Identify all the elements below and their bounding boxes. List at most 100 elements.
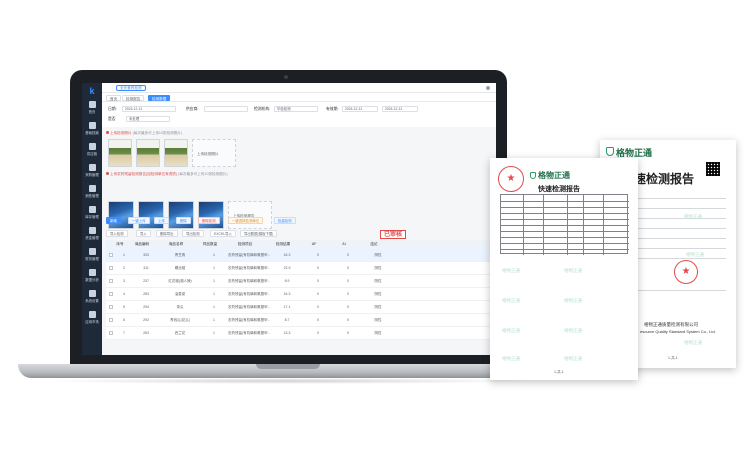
sidebar-item-2[interactable]: 供应链 [82,141,102,161]
table-cell: 茶瓜 [176,305,184,309]
app-logo: k [89,86,95,96]
column-header[interactable]: 样品数量 [198,240,222,249]
column-header[interactable]: 商品编码 [130,240,154,249]
toolbar-secondary-button-3[interactable]: 导出检测 [182,230,204,237]
tab-data[interactable]: 检测数据 [148,95,171,101]
toolbar-button-5[interactable]: 一键选择检测单位 [228,217,264,224]
brand-shield-icon [606,147,614,156]
time-to-input[interactable]: 2024-12-11 [382,106,418,112]
table-row[interactable]: 2 311 螺丝椒 1 农药残留(有机磷和氨基甲...) 22.9 0 0 阴性 [106,262,492,275]
column-header[interactable]: 商品名称 [156,240,196,249]
table-row[interactable]: 3 237 红花椒(湘人辣) 1 农药残留(有机磷和氨基甲...) 8.9 0 0 阴性 [106,275,492,288]
sidebar-item-label: 应用市场 [85,320,99,324]
table-cell: 6 [123,318,125,322]
toolbar-button-3[interactable]: 删除 [176,217,191,224]
toolbar-button-0[interactable]: 新增 [106,217,121,224]
column-header[interactable]: 检测结果 [268,240,298,249]
table-row[interactable]: 6 292 青线瓜(花瓜) 1 农药残留(有机磷和氨基甲...) 8.7 0 0 阴性 [106,314,492,327]
table-cell: 0 [317,318,319,322]
toolbar-button-6[interactable]: 批量检测 [274,217,296,224]
row-checkbox[interactable] [109,292,113,296]
company-name-en-back: esource Quality Standard System Co., Ltd… [640,329,716,334]
official-seal-icon: ★ [498,166,524,192]
sidebar-item-3[interactable]: 采购管理 [82,162,102,182]
toolbar-secondary-button-5[interactable]: 导出数据(模板下载) [240,230,278,237]
table-cell: 青豆角 [174,253,186,257]
table-cell: 16.3 [283,253,291,257]
toolbar-button-2[interactable]: 上传 [154,217,169,224]
watermark: 格物正通 [686,252,704,257]
tab-reports[interactable]: 检测报告 [122,95,145,101]
table-cell: 1 [213,292,215,296]
sidebar-item-7[interactable]: 财务管理 [82,246,102,266]
status-label: 是否 [108,117,116,121]
table-cell: 阴性 [374,318,382,322]
toolbar-button-1[interactable]: 一键上传 [128,217,150,224]
table-cell: 22.9 [283,266,291,270]
camera-icon [284,75,288,79]
row-checkbox[interactable] [109,305,113,309]
sidebar-item-6[interactable]: 资金管理 [82,225,102,245]
laptop-shadow [40,378,536,384]
column-header[interactable]: 检测项目 [224,240,266,249]
table-cell: 0 [347,253,349,257]
org-tag[interactable]: 全氏食药检测 [116,85,146,91]
brand-shield-icon [530,172,536,179]
table-row[interactable]: 1 333 青豆角 1 农药残留(有机磷和氨基甲...) 16.3 0 0 阴性 [106,249,492,262]
table-cell: 0 [347,292,349,296]
sidebar-item-9[interactable]: 系统设置 [82,288,102,308]
date-from-input[interactable]: 2024-12-11 [122,106,176,112]
column-header[interactable]: AF [302,240,326,249]
column-header[interactable]: 结论 [360,240,388,249]
upload-photo-button[interactable]: 上传检测照片 [192,139,236,167]
row-checkbox[interactable] [109,253,113,257]
sidebar-item-4[interactable]: 销售管理 [82,183,102,203]
toolbar-secondary-button-2[interactable]: 删除导出 [156,230,178,237]
toolbar-secondary-button-0[interactable]: 导入检测 [106,230,128,237]
row-checkbox[interactable] [109,331,113,335]
toolbar-secondary-button-4[interactable]: EXCEL导入 [210,230,236,237]
table-cell: 3 [123,279,125,283]
detection-photo-2[interactable] [136,139,160,167]
sidebar-item-label: 资金管理 [85,236,99,240]
detection-photo-3[interactable] [164,139,188,167]
sidebar-item-8[interactable]: 数据分析 [82,267,102,287]
row-checkbox[interactable] [109,266,113,270]
detection-photo-1[interactable] [108,139,132,167]
toolbar-button-4[interactable]: 删除检测 [198,217,220,224]
table-cell: 农药残留(有机磷和氨基甲...) [228,253,270,257]
column-header[interactable]: 序号 [112,240,128,249]
column-header[interactable]: AI [332,240,356,249]
sidebar-item-10[interactable]: 应用市场 [82,309,102,329]
table-cell: 0 [317,305,319,309]
tab-home[interactable]: 首页 [106,95,122,101]
table-cell: 油麦菜 [174,292,186,296]
org-select[interactable]: 华检检测 [274,106,318,112]
sidebar-item-5[interactable]: 库存管理 [82,204,102,224]
sidebar-item-0[interactable]: 首页 [82,99,102,119]
toolbar-secondary-button-1[interactable]: 导入 [136,230,151,237]
table-cell: 农药残留(有机磷和氨基甲...) [228,305,270,309]
sidebar-item-label: 系统设置 [85,299,99,303]
sidebar-item-1[interactable]: 基础档案 [82,120,102,140]
watermark: 格物正通 [502,298,520,303]
results-grid [500,194,629,255]
laptop-notch [256,364,320,369]
table-row[interactable]: 7 263 西兰花 1 农药残留(有机磷和氨基甲...) 13.3 0 0 阴性 [106,327,492,340]
supplier-input[interactable] [204,106,248,112]
row-checkbox[interactable] [109,318,113,322]
user-avatar-icon[interactable] [486,86,490,90]
sidebar-item-label: 库存管理 [85,215,99,219]
filter-panel: 日期: 2024-12-11 供应商: 检测机构: 华检检测 有效期: 2024… [102,102,496,127]
cart-icon [88,164,96,171]
table-cell: 农药残留(有机磷和氨基甲...) [228,331,270,335]
time-from-input[interactable]: 2024-12-11 [342,106,378,112]
table-cell: 阴性 [374,253,382,257]
status-select[interactable]: 未处理 [126,116,170,122]
brand-name-front: 格物正通 [538,171,570,180]
table-row[interactable]: 4 283 油麦菜 1 农药残留(有机磷和氨基甲...) 16.3 0 0 阴性 [106,288,492,301]
row-checkbox[interactable] [109,279,113,283]
org-label: 检测机构: [254,107,271,111]
truck-icon [88,185,96,192]
table-row[interactable]: 5 294 茶瓜 1 农药残留(有机磷和氨基甲...) 17.1 0 0 阴性 [106,301,492,314]
